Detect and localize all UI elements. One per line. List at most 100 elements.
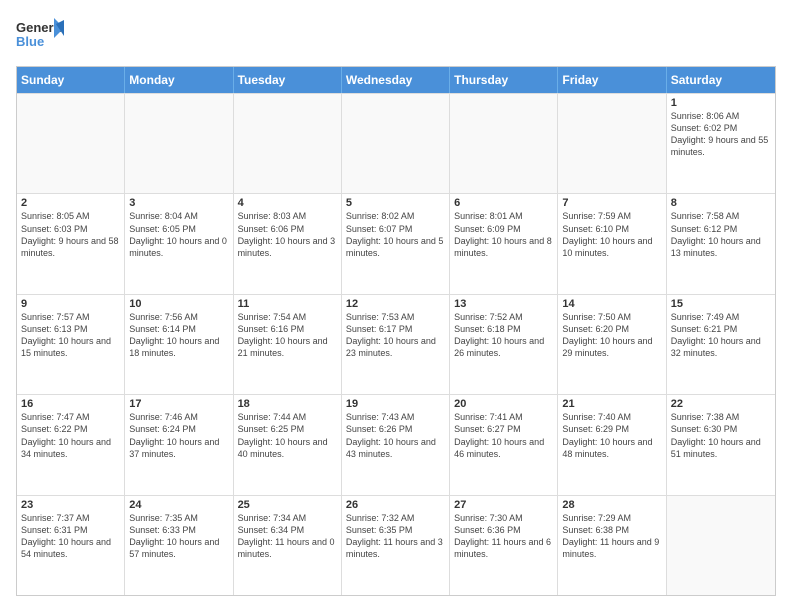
day-cell-empty: [558, 94, 666, 193]
day-cell-empty: [125, 94, 233, 193]
day-number: 2: [21, 197, 120, 209]
day-detail: Sunrise: 7:53 AM Sunset: 6:17 PM Dayligh…: [346, 311, 445, 360]
day-detail: Sunrise: 7:38 AM Sunset: 6:30 PM Dayligh…: [671, 411, 771, 460]
day-cell-17: 17Sunrise: 7:46 AM Sunset: 6:24 PM Dayli…: [125, 395, 233, 494]
day-cell-28: 28Sunrise: 7:29 AM Sunset: 6:38 PM Dayli…: [558, 496, 666, 595]
day-cell-1: 1Sunrise: 8:06 AM Sunset: 6:02 PM Daylig…: [667, 94, 775, 193]
day-detail: Sunrise: 7:58 AM Sunset: 6:12 PM Dayligh…: [671, 210, 771, 259]
week-row-5: 23Sunrise: 7:37 AM Sunset: 6:31 PM Dayli…: [17, 495, 775, 595]
week-row-2: 2Sunrise: 8:05 AM Sunset: 6:03 PM Daylig…: [17, 193, 775, 293]
day-number: 19: [346, 398, 445, 410]
day-header-sunday: Sunday: [17, 67, 125, 93]
calendar-header: SundayMondayTuesdayWednesdayThursdayFrid…: [17, 67, 775, 93]
day-number: 28: [562, 499, 661, 511]
day-number: 17: [129, 398, 228, 410]
day-number: 24: [129, 499, 228, 511]
day-number: 11: [238, 298, 337, 310]
day-cell-22: 22Sunrise: 7:38 AM Sunset: 6:30 PM Dayli…: [667, 395, 775, 494]
day-detail: Sunrise: 7:44 AM Sunset: 6:25 PM Dayligh…: [238, 411, 337, 460]
day-detail: Sunrise: 7:47 AM Sunset: 6:22 PM Dayligh…: [21, 411, 120, 460]
day-detail: Sunrise: 7:49 AM Sunset: 6:21 PM Dayligh…: [671, 311, 771, 360]
day-header-monday: Monday: [125, 67, 233, 93]
day-detail: Sunrise: 8:02 AM Sunset: 6:07 PM Dayligh…: [346, 210, 445, 259]
day-cell-13: 13Sunrise: 7:52 AM Sunset: 6:18 PM Dayli…: [450, 295, 558, 394]
day-cell-empty: [342, 94, 450, 193]
day-detail: Sunrise: 7:37 AM Sunset: 6:31 PM Dayligh…: [21, 512, 120, 561]
logo-icon: General Blue: [16, 16, 64, 56]
day-cell-empty: [450, 94, 558, 193]
day-cell-19: 19Sunrise: 7:43 AM Sunset: 6:26 PM Dayli…: [342, 395, 450, 494]
day-cell-10: 10Sunrise: 7:56 AM Sunset: 6:14 PM Dayli…: [125, 295, 233, 394]
day-detail: Sunrise: 7:59 AM Sunset: 6:10 PM Dayligh…: [562, 210, 661, 259]
day-cell-18: 18Sunrise: 7:44 AM Sunset: 6:25 PM Dayli…: [234, 395, 342, 494]
day-number: 1: [671, 97, 771, 109]
logo: General Blue: [16, 16, 64, 56]
day-cell-27: 27Sunrise: 7:30 AM Sunset: 6:36 PM Dayli…: [450, 496, 558, 595]
day-cell-15: 15Sunrise: 7:49 AM Sunset: 6:21 PM Dayli…: [667, 295, 775, 394]
day-detail: Sunrise: 7:43 AM Sunset: 6:26 PM Dayligh…: [346, 411, 445, 460]
week-row-3: 9Sunrise: 7:57 AM Sunset: 6:13 PM Daylig…: [17, 294, 775, 394]
day-detail: Sunrise: 7:52 AM Sunset: 6:18 PM Dayligh…: [454, 311, 553, 360]
day-cell-23: 23Sunrise: 7:37 AM Sunset: 6:31 PM Dayli…: [17, 496, 125, 595]
day-number: 12: [346, 298, 445, 310]
day-number: 13: [454, 298, 553, 310]
day-header-friday: Friday: [558, 67, 666, 93]
svg-text:Blue: Blue: [16, 34, 44, 49]
day-cell-empty: [17, 94, 125, 193]
day-number: 23: [21, 499, 120, 511]
day-cell-20: 20Sunrise: 7:41 AM Sunset: 6:27 PM Dayli…: [450, 395, 558, 494]
day-number: 26: [346, 499, 445, 511]
day-cell-12: 12Sunrise: 7:53 AM Sunset: 6:17 PM Dayli…: [342, 295, 450, 394]
calendar: SundayMondayTuesdayWednesdayThursdayFrid…: [16, 66, 776, 596]
day-cell-empty: [234, 94, 342, 193]
day-header-thursday: Thursday: [450, 67, 558, 93]
day-cell-4: 4Sunrise: 8:03 AM Sunset: 6:06 PM Daylig…: [234, 194, 342, 293]
day-detail: Sunrise: 7:30 AM Sunset: 6:36 PM Dayligh…: [454, 512, 553, 561]
day-cell-21: 21Sunrise: 7:40 AM Sunset: 6:29 PM Dayli…: [558, 395, 666, 494]
day-detail: Sunrise: 7:35 AM Sunset: 6:33 PM Dayligh…: [129, 512, 228, 561]
day-detail: Sunrise: 8:03 AM Sunset: 6:06 PM Dayligh…: [238, 210, 337, 259]
day-detail: Sunrise: 7:40 AM Sunset: 6:29 PM Dayligh…: [562, 411, 661, 460]
day-detail: Sunrise: 7:29 AM Sunset: 6:38 PM Dayligh…: [562, 512, 661, 561]
day-cell-6: 6Sunrise: 8:01 AM Sunset: 6:09 PM Daylig…: [450, 194, 558, 293]
day-header-tuesday: Tuesday: [234, 67, 342, 93]
day-number: 9: [21, 298, 120, 310]
day-number: 14: [562, 298, 661, 310]
day-cell-9: 9Sunrise: 7:57 AM Sunset: 6:13 PM Daylig…: [17, 295, 125, 394]
day-detail: Sunrise: 8:05 AM Sunset: 6:03 PM Dayligh…: [21, 210, 120, 259]
day-detail: Sunrise: 7:32 AM Sunset: 6:35 PM Dayligh…: [346, 512, 445, 561]
day-number: 10: [129, 298, 228, 310]
day-number: 15: [671, 298, 771, 310]
day-number: 22: [671, 398, 771, 410]
day-detail: Sunrise: 7:46 AM Sunset: 6:24 PM Dayligh…: [129, 411, 228, 460]
day-cell-3: 3Sunrise: 8:04 AM Sunset: 6:05 PM Daylig…: [125, 194, 233, 293]
week-row-1: 1Sunrise: 8:06 AM Sunset: 6:02 PM Daylig…: [17, 93, 775, 193]
day-number: 4: [238, 197, 337, 209]
calendar-body: 1Sunrise: 8:06 AM Sunset: 6:02 PM Daylig…: [17, 93, 775, 595]
day-cell-16: 16Sunrise: 7:47 AM Sunset: 6:22 PM Dayli…: [17, 395, 125, 494]
day-number: 5: [346, 197, 445, 209]
day-number: 6: [454, 197, 553, 209]
day-detail: Sunrise: 8:04 AM Sunset: 6:05 PM Dayligh…: [129, 210, 228, 259]
day-cell-26: 26Sunrise: 7:32 AM Sunset: 6:35 PM Dayli…: [342, 496, 450, 595]
day-number: 3: [129, 197, 228, 209]
day-cell-11: 11Sunrise: 7:54 AM Sunset: 6:16 PM Dayli…: [234, 295, 342, 394]
day-detail: Sunrise: 7:50 AM Sunset: 6:20 PM Dayligh…: [562, 311, 661, 360]
day-number: 21: [562, 398, 661, 410]
week-row-4: 16Sunrise: 7:47 AM Sunset: 6:22 PM Dayli…: [17, 394, 775, 494]
day-detail: Sunrise: 8:01 AM Sunset: 6:09 PM Dayligh…: [454, 210, 553, 259]
day-cell-2: 2Sunrise: 8:05 AM Sunset: 6:03 PM Daylig…: [17, 194, 125, 293]
day-header-saturday: Saturday: [667, 67, 775, 93]
day-number: 27: [454, 499, 553, 511]
day-header-wednesday: Wednesday: [342, 67, 450, 93]
header: General Blue: [16, 16, 776, 56]
day-detail: Sunrise: 7:54 AM Sunset: 6:16 PM Dayligh…: [238, 311, 337, 360]
day-cell-14: 14Sunrise: 7:50 AM Sunset: 6:20 PM Dayli…: [558, 295, 666, 394]
day-number: 18: [238, 398, 337, 410]
day-detail: Sunrise: 7:56 AM Sunset: 6:14 PM Dayligh…: [129, 311, 228, 360]
day-detail: Sunrise: 7:34 AM Sunset: 6:34 PM Dayligh…: [238, 512, 337, 561]
day-detail: Sunrise: 7:57 AM Sunset: 6:13 PM Dayligh…: [21, 311, 120, 360]
day-cell-25: 25Sunrise: 7:34 AM Sunset: 6:34 PM Dayli…: [234, 496, 342, 595]
day-number: 16: [21, 398, 120, 410]
page: General Blue SundayMondayTuesdayWednesda…: [0, 0, 792, 612]
